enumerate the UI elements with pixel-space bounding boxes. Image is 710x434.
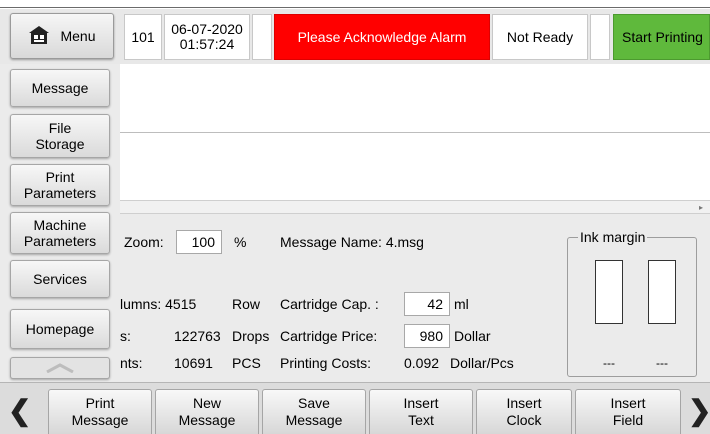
insert-clock-button[interactable]: Insert Clock: [476, 389, 572, 434]
save-message-button[interactable]: Save Message: [262, 389, 366, 434]
cartridge-price-label: Cartridge Price:: [280, 328, 378, 344]
sidebar-item-message[interactable]: Message: [10, 69, 110, 107]
ink-margin-label: Ink margin: [578, 229, 648, 245]
zoom-input[interactable]: 100: [176, 230, 222, 254]
menu-button[interactable]: Menu: [10, 13, 114, 59]
preview-divider: [120, 132, 710, 133]
cartridge-price-input[interactable]: 980: [404, 324, 450, 348]
chevron-left-icon[interactable]: ❮: [8, 397, 31, 425]
drops-value: 122763: [174, 328, 221, 344]
header-spacer-2: [590, 14, 610, 60]
chevron-right-icon[interactable]: ❯: [688, 397, 710, 425]
chevron-up-icon: [45, 360, 75, 376]
columns-unit: Row: [232, 296, 261, 312]
zoom-label: Zoom:: [124, 234, 164, 250]
header-bar: Menu 101 06-07-2020 01:57:24 Please Ackn…: [0, 9, 710, 64]
new-message-button[interactable]: New Message: [155, 389, 259, 434]
start-printing-button[interactable]: Start Printing: [613, 14, 710, 60]
printing-costs-value: 0.092: [404, 355, 440, 371]
cartridge-cap-unit: ml: [454, 296, 469, 312]
print-message-button[interactable]: Print Message: [48, 389, 152, 434]
horizontal-scrollbar[interactable]: ▸: [120, 200, 710, 214]
ink-value-left: ---: [603, 356, 615, 370]
scroll-right-icon[interactable]: ▸: [696, 202, 706, 213]
drops-unit: Drops: [232, 328, 270, 344]
line-number: 101: [124, 14, 162, 60]
time-text: 01:57:24: [179, 36, 235, 52]
printing-costs-unit: Dollar/Pcs: [450, 355, 514, 371]
sidebar-item-print-parameters[interactable]: Print Parameters: [10, 164, 110, 206]
date-text: 06-07-2020: [171, 21, 243, 37]
sidebar-scroll-up-button[interactable]: [10, 357, 110, 379]
bottom-toolbar: ❮ Print Message New Message Save Message…: [0, 382, 710, 434]
insert-text-label: Insert Text: [403, 395, 439, 428]
message-preview[interactable]: [120, 64, 710, 201]
print-message-label: Print Message: [71, 395, 129, 428]
zoom-unit: %: [234, 234, 247, 250]
sidebar-item-machine-parameters[interactable]: Machine Parameters: [10, 212, 110, 254]
prints-label: nts:: [120, 355, 143, 371]
sidebar: Message File Storage Print Parameters Ma…: [0, 64, 120, 382]
prints-value: 10691: [174, 355, 213, 371]
prints-unit: PCS: [232, 355, 261, 371]
datetime-display: 06-07-2020 01:57:24: [164, 14, 250, 60]
cartridge-cap-label: Cartridge Cap. :: [280, 296, 379, 312]
sidebar-item-services[interactable]: Services: [10, 260, 110, 298]
new-message-label: New Message: [178, 395, 236, 428]
ink-value-right: ---: [656, 356, 668, 370]
save-message-label: Save Message: [285, 395, 343, 428]
ink-margin-group: Ink margin --- ---: [567, 229, 697, 377]
insert-field-label: Insert Field: [610, 395, 646, 428]
columns-label: lumns: 4515: [120, 296, 197, 312]
menu-label: Menu: [60, 28, 96, 44]
alarm-banner[interactable]: Please Acknowledge Alarm: [274, 14, 490, 60]
printer-status: Not Ready: [492, 14, 588, 60]
ink-level-left: [595, 260, 623, 324]
cartridge-price-unit: Dollar: [454, 328, 491, 344]
home-icon: [28, 25, 60, 48]
top-border: [0, 0, 710, 8]
cartridge-cap-input[interactable]: 42: [404, 292, 450, 316]
insert-field-button[interactable]: Insert Field: [575, 389, 681, 434]
sidebar-item-homepage[interactable]: Homepage: [10, 309, 110, 349]
insert-clock-label: Insert Clock: [506, 395, 542, 428]
sidebar-item-file-storage[interactable]: File Storage: [10, 114, 110, 158]
ink-level-right: [648, 260, 676, 324]
insert-text-button[interactable]: Insert Text: [369, 389, 473, 434]
printing-costs-label: Printing Costs:: [280, 355, 372, 371]
header-spacer: [252, 14, 272, 60]
drops-label: s:: [120, 328, 131, 344]
message-info-panel: Zoom: 100 % Message Name: 4.msg lumns: 4…: [120, 214, 710, 382]
message-name: Message Name: 4.msg: [280, 234, 424, 250]
